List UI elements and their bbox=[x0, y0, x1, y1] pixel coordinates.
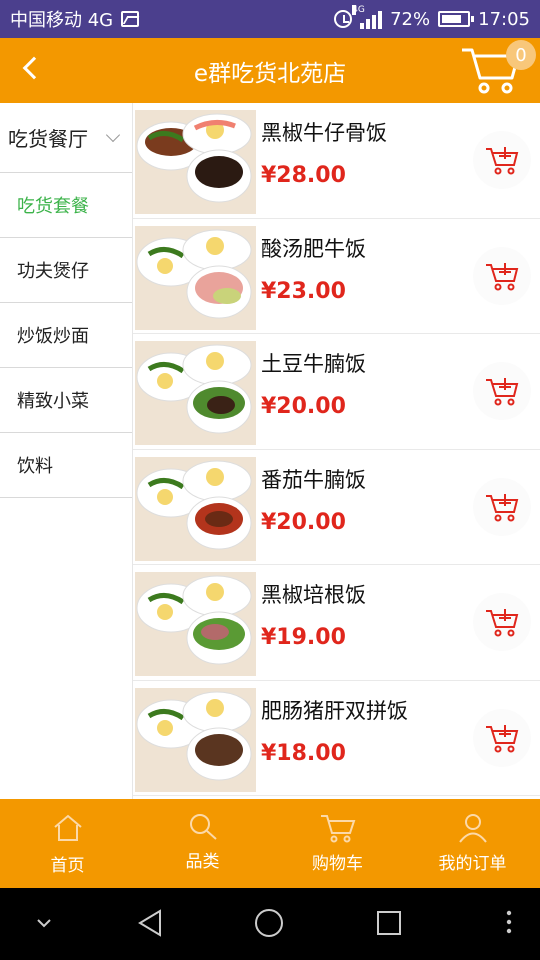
product-image bbox=[135, 110, 256, 214]
product-list: 黑椒牛仔骨饭 ¥28.00 酸汤肥牛饭 ¥23.00 土豆牛腩饭 ¥20.00 … bbox=[133, 103, 540, 799]
bottom-nav: 首页 品类 购物车 我的订单 bbox=[0, 799, 540, 888]
sidebar-item-label: 功夫煲仔 bbox=[17, 261, 89, 282]
product-name: 番茄牛腩饭 bbox=[261, 467, 366, 492]
product-image bbox=[135, 456, 256, 561]
product-name: 酸汤肥牛饭 bbox=[261, 236, 366, 261]
user-icon bbox=[458, 814, 487, 843]
product-card[interactable]: 黑椒牛仔骨饭 ¥28.00 bbox=[133, 103, 540, 219]
nav-cart[interactable]: 购物车 bbox=[270, 799, 405, 888]
add-to-cart-button[interactable] bbox=[473, 477, 531, 536]
product-card[interactable]: 酸汤肥牛饭 ¥23.00 bbox=[133, 219, 540, 334]
chevron-left-icon[interactable] bbox=[22, 56, 46, 80]
home-icon bbox=[53, 814, 82, 841]
product-price: ¥20.00 bbox=[261, 509, 346, 535]
add-to-cart-icon bbox=[486, 724, 519, 752]
category-group-label: 吃货餐厅 bbox=[8, 127, 88, 151]
sidebar-item-claypot[interactable]: 功夫煲仔 bbox=[0, 238, 132, 303]
product-price: ¥20.00 bbox=[261, 394, 346, 419]
sidebar-item-label: 吃货套餐 bbox=[17, 196, 89, 217]
search-icon bbox=[189, 814, 217, 840]
sidebar-item-label: 炒饭炒面 bbox=[17, 326, 89, 347]
product-card[interactable]: 肥肠猪肝双拼饭 ¥18.00 bbox=[133, 681, 540, 796]
signal-icon: 4G bbox=[352, 5, 383, 29]
add-to-cart-icon bbox=[486, 609, 519, 637]
nav-category-label: 品类 bbox=[185, 852, 220, 872]
clock: 17:05 bbox=[478, 8, 530, 30]
product-image bbox=[135, 687, 256, 792]
add-to-cart-button[interactable] bbox=[473, 362, 531, 420]
add-to-cart-icon bbox=[486, 378, 519, 406]
home-circle-icon[interactable] bbox=[254, 908, 284, 938]
add-to-cart-button[interactable] bbox=[473, 131, 531, 189]
product-card[interactable]: 土豆牛腩饭 ¥20.00 bbox=[133, 334, 540, 450]
chevron-down-icon bbox=[105, 127, 121, 143]
product-card[interactable]: 番茄牛腩饭 ¥20.00 bbox=[133, 450, 540, 565]
nav-home[interactable]: 首页 bbox=[0, 799, 135, 888]
nav-cart-label: 购物车 bbox=[312, 854, 363, 874]
product-image bbox=[135, 341, 256, 445]
product-card[interactable]: 黑椒培根饭 ¥19.00 bbox=[133, 565, 540, 681]
product-price: ¥23.00 bbox=[261, 278, 346, 304]
product-name: 黑椒培根饭 bbox=[261, 583, 366, 607]
product-image bbox=[135, 225, 256, 330]
nav-orders[interactable]: 我的订单 bbox=[405, 799, 540, 888]
category-group-header[interactable]: 吃货餐厅 bbox=[0, 103, 132, 173]
add-to-cart-button[interactable] bbox=[473, 246, 531, 305]
product-image bbox=[135, 572, 256, 676]
product-name: 土豆牛腩饭 bbox=[261, 352, 366, 376]
product-price: ¥19.00 bbox=[261, 625, 346, 650]
add-to-cart-icon bbox=[486, 493, 519, 521]
cart-count-badge: 0 bbox=[506, 40, 536, 70]
add-to-cart-icon bbox=[486, 147, 519, 175]
app-header: e群吃货北苑店 bbox=[0, 38, 540, 103]
recent-apps-icon[interactable] bbox=[376, 910, 402, 936]
add-to-cart-icon bbox=[486, 262, 519, 290]
product-price: ¥28.00 bbox=[261, 163, 346, 188]
battery-icon bbox=[438, 11, 475, 27]
network-type-label: 4G bbox=[352, 5, 365, 15]
back-triangle-icon[interactable] bbox=[136, 908, 164, 938]
status-bar: 中国移动 4G 4G 72% 17:05 bbox=[0, 0, 540, 38]
nav-orders-label: 我的订单 bbox=[438, 854, 507, 874]
sidebar-item-label: 精致小菜 bbox=[17, 391, 89, 412]
add-to-cart-button[interactable] bbox=[473, 708, 531, 767]
sidebar-item-fried-rice[interactable]: 炒饭炒面 bbox=[0, 303, 132, 368]
system-nav-bar bbox=[0, 888, 540, 960]
sidebar-item-label: 饮料 bbox=[17, 456, 53, 477]
nav-home-label: 首页 bbox=[50, 856, 85, 876]
sidebar-item-combo[interactable]: 吃货套餐 bbox=[0, 173, 132, 238]
cart-icon bbox=[320, 815, 355, 843]
sidebar-item-drinks[interactable]: 饮料 bbox=[0, 433, 132, 498]
product-price: ¥18.00 bbox=[261, 740, 346, 766]
add-to-cart-button[interactable] bbox=[473, 593, 531, 651]
product-name: 肥肠猪肝双拼饭 bbox=[261, 698, 408, 723]
product-name: 黑椒牛仔骨饭 bbox=[261, 121, 387, 145]
image-notification-icon bbox=[121, 11, 140, 27]
category-sidebar: 吃货餐厅 吃货套餐 功夫煲仔 炒饭炒面 精致小菜 饮料 bbox=[0, 103, 133, 799]
more-options-icon[interactable] bbox=[506, 910, 512, 934]
carrier-text: 中国移动 4G bbox=[10, 10, 114, 31]
chevron-down-icon[interactable] bbox=[36, 918, 52, 928]
sidebar-item-side-dishes[interactable]: 精致小菜 bbox=[0, 368, 132, 433]
battery-percent: 72% bbox=[390, 8, 431, 30]
alarm-icon bbox=[334, 10, 353, 28]
nav-category[interactable]: 品类 bbox=[135, 799, 270, 888]
page-title: e群吃货北苑店 bbox=[193, 60, 347, 87]
